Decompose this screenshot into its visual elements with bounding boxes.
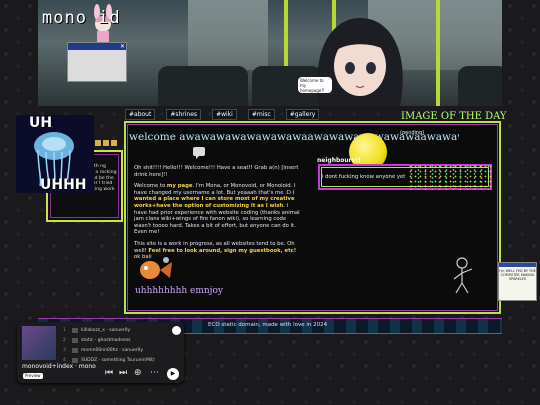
playlist-name: monovoid+index · mono — [22, 363, 96, 370]
close-icon[interactable]: ✕ — [120, 43, 125, 50]
guestbook-link[interactable]: Feel free to look around, sign my guestb… — [148, 248, 296, 254]
footer-text: ECO static domain, made with love in 202… — [208, 322, 328, 328]
signature-text: uhhhhhhhh emnjoy — [135, 286, 223, 296]
sidebar-icons — [95, 140, 117, 146]
intro-paragraph-1: Oh shit!!!! Hello!!! Welcome!!! Have a s… — [134, 165, 299, 178]
intro-text: Oh shit!!!! Hello!!! Welcome!!! Have a s… — [134, 165, 302, 266]
intro-paragraph-2: Welcome to my page. I'm Mona, or Monovoi… — [134, 183, 300, 236]
nav-link-wiki[interactable]: #wiki — [212, 108, 237, 120]
popup-titlebar — [68, 43, 126, 50]
sparkle-decoration — [408, 164, 492, 190]
site-title: mono id — [42, 8, 121, 28]
retro-window-popup[interactable]: ✕ — [67, 42, 127, 82]
bus-seat — [458, 66, 502, 106]
speech-bubble: Welcome to my homepage!! — [298, 77, 332, 93]
badge-text: I'm WELL FED BY THE COMPUTER MAKING SPAR… — [499, 269, 536, 281]
meme-bottom-text: UHHH — [40, 177, 87, 193]
track-row[interactable]: 1 killakozz_x · sanuer0y — [63, 326, 173, 336]
track-list: 1 killakozz_x · sanuer0y 2 static · ghostm… — [63, 326, 173, 366]
goldfish-sprite — [140, 257, 172, 279]
track-row[interactable]: 3 mnmn00nn00hz · sanuer0y — [63, 346, 173, 356]
bus-pole — [436, 0, 440, 106]
nav-link-misc[interactable]: #misc — [247, 108, 275, 120]
stick-figure-gif — [453, 257, 473, 294]
bus-seat — [158, 66, 248, 106]
album-art — [22, 326, 56, 360]
bus-window-image — [188, 0, 268, 70]
chat-bubble-icon — [193, 147, 205, 159]
tiny-icon — [111, 140, 117, 146]
preview-badge: Preview — [23, 373, 43, 379]
neighbours-text: i dont fucking know anyone yet — [322, 174, 406, 180]
track-row[interactable]: 2 static · ghostmadness — [63, 336, 173, 346]
well-fed-badge[interactable]: I'm WELL FED BY THE COMPUTER MAKING SPAR… — [498, 262, 537, 301]
tiny-icon — [103, 140, 109, 146]
pending-label: (pending) — [400, 130, 425, 136]
previous-track-icon[interactable]: ⏮ — [105, 368, 113, 378]
nav-link-shrines[interactable]: #shrines — [166, 108, 202, 120]
next-track-icon[interactable]: ⏭ — [119, 368, 127, 378]
spotify-icon[interactable] — [172, 326, 181, 335]
neighbours-label: neighbours!! — [317, 157, 361, 164]
meme-top-text: UH — [29, 115, 53, 131]
nav-link-gallery[interactable]: #gallery — [285, 108, 320, 120]
music-player: 1 killakozz_x · sanuer0y 2 static · ghostm… — [17, 322, 184, 383]
add-icon[interactable]: ⊕ — [134, 368, 142, 378]
bus-window-image — [448, 0, 502, 70]
more-options-icon[interactable]: ⋯ — [150, 368, 159, 378]
nav-link-about[interactable]: #about — [125, 108, 156, 120]
tiny-icon — [95, 140, 101, 146]
my-page-link[interactable]: my page — [167, 183, 193, 189]
play-button[interactable]: ▶ — [167, 368, 179, 380]
